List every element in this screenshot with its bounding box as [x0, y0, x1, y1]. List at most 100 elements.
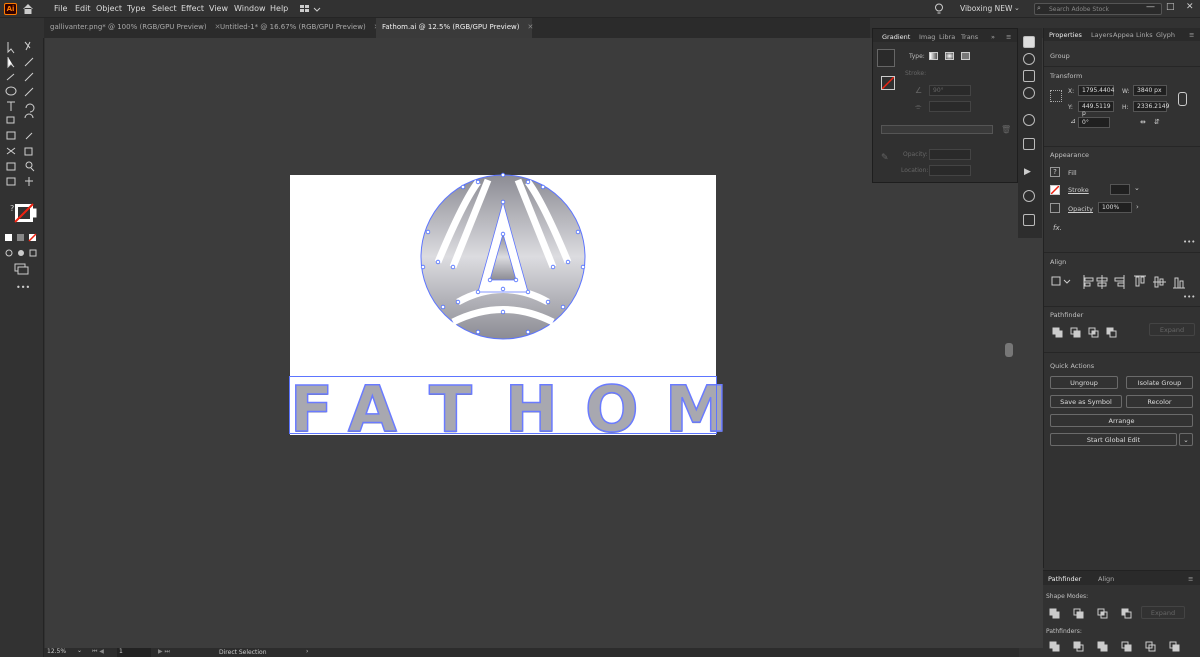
- ungroup-button[interactable]: Ungroup: [1050, 376, 1118, 389]
- width-field[interactable]: 3840 px: [1133, 85, 1167, 96]
- arrange-documents-icon[interactable]: [300, 4, 322, 14]
- export-icon[interactable]: [1023, 138, 1035, 150]
- arrange-button[interactable]: Arrange: [1050, 414, 1193, 427]
- artboard-navigation-icon[interactable]: ▶ ⏭: [158, 648, 170, 656]
- tab-align[interactable]: Align: [1098, 575, 1114, 583]
- tab-properties[interactable]: Properties: [1049, 31, 1082, 39]
- more-options-icon[interactable]: •••: [1183, 293, 1195, 301]
- symbols-icon[interactable]: [1023, 190, 1035, 202]
- fx-button[interactable]: fx.: [1053, 224, 1062, 232]
- zoom-field[interactable]: 12.5%: [47, 648, 75, 657]
- tab-glyphs[interactable]: Glyph: [1156, 31, 1175, 39]
- reference-point-icon[interactable]: [1050, 90, 1062, 102]
- artboard-number-field[interactable]: 1: [117, 648, 151, 657]
- more-options-icon[interactable]: •••: [1183, 238, 1195, 246]
- menu-select[interactable]: Select: [152, 4, 177, 13]
- menu-view[interactable]: View: [209, 4, 228, 13]
- location-field[interactable]: [929, 165, 971, 176]
- pathfinder-buttons[interactable]: [1052, 327, 1132, 341]
- freeform-gradient-button[interactable]: [961, 52, 970, 60]
- close-icon[interactable]: ✕: [1186, 2, 1194, 12]
- status-menu-icon[interactable]: ›: [306, 648, 308, 655]
- align-buttons[interactable]: [1050, 275, 1190, 289]
- zoom-dropdown-icon[interactable]: ⌄: [77, 647, 82, 654]
- app-logo[interactable]: Ai: [4, 3, 17, 15]
- y-field[interactable]: 449.5119 p: [1078, 101, 1114, 117]
- tab-layers[interactable]: Layers: [1091, 31, 1113, 39]
- stock-search-input[interactable]: ⌕ Search Adobe Stock: [1034, 3, 1162, 15]
- emblem-graphic[interactable]: [418, 172, 588, 342]
- menu-effect[interactable]: Effect: [181, 4, 204, 13]
- tab-fathom[interactable]: Fathom.ai @ 12.5% (RGB/GPU Preview) ✕: [376, 18, 533, 38]
- x-field[interactable]: 1795.4404: [1078, 85, 1114, 96]
- panel-menu-icon[interactable]: ≡: [1189, 31, 1194, 39]
- chevron-down-icon[interactable]: ⌄: [1014, 4, 1020, 12]
- lightbulb-icon[interactable]: [934, 3, 944, 15]
- properties-icon[interactable]: [1023, 36, 1035, 48]
- tab-pathfinder[interactable]: Pathfinder: [1048, 575, 1081, 583]
- menu-edit[interactable]: Edit: [75, 4, 91, 13]
- maximize-icon[interactable]: □: [1166, 2, 1175, 12]
- tab-transparency[interactable]: Trans: [961, 33, 978, 41]
- eyedropper-icon[interactable]: ✎: [881, 153, 889, 163]
- tab-links[interactable]: Links: [1136, 31, 1153, 39]
- isolate-group-button[interactable]: Isolate Group: [1126, 376, 1193, 389]
- chevron-right-icon[interactable]: ›: [1136, 203, 1139, 211]
- fill-stroke-indicator[interactable]: [881, 76, 895, 90]
- tab-gradient[interactable]: Gradient: [882, 33, 910, 41]
- brushes-icon[interactable]: [1023, 114, 1035, 126]
- panel-menu-icon[interactable]: ≡: [1006, 33, 1011, 41]
- fill-swatch[interactable]: ?: [1050, 167, 1060, 177]
- stroke-weight-field[interactable]: [1110, 184, 1130, 195]
- chevron-down-icon[interactable]: ⌄: [1134, 184, 1140, 192]
- actions-play-icon[interactable]: ▶: [1024, 167, 1031, 177]
- stroke-swatch[interactable]: [1050, 185, 1060, 195]
- shape-mode-buttons[interactable]: [1049, 608, 1139, 620]
- menu-object[interactable]: Object: [96, 4, 122, 13]
- gradient-swatch[interactable]: [877, 49, 895, 67]
- menu-type[interactable]: Type: [127, 4, 145, 13]
- gradient-slider[interactable]: [881, 125, 993, 134]
- constrain-proportions-icon[interactable]: [1178, 92, 1187, 106]
- trash-icon[interactable]: 🗑: [1001, 125, 1011, 134]
- menu-help[interactable]: Help: [270, 4, 288, 13]
- rotate-field[interactable]: 0°: [1078, 117, 1110, 128]
- tab-untitled[interactable]: Untitled-1* @ 16.67% (RGB/GPU Preview)✕: [214, 18, 380, 38]
- recolor-button[interactable]: Recolor: [1126, 395, 1193, 408]
- panel-menu-icon[interactable]: ≡: [1188, 575, 1193, 583]
- asset-export-icon[interactable]: [1023, 214, 1035, 226]
- angle-field[interactable]: 90°: [929, 85, 971, 96]
- flip-horizontal-icon[interactable]: ⇹: [1140, 118, 1146, 126]
- libraries-icon[interactable]: [1023, 70, 1035, 82]
- save-as-symbol-button[interactable]: Save as Symbol: [1050, 395, 1122, 408]
- layers-icon[interactable]: [1023, 87, 1035, 99]
- artboard-navigation-icon[interactable]: ⏮ ◀: [92, 648, 104, 656]
- radial-gradient-button[interactable]: [945, 52, 954, 60]
- aspect-ratio-field[interactable]: [929, 101, 971, 112]
- workspace-switcher[interactable]: Viboxing NEW: [960, 4, 1012, 13]
- start-global-edit-button[interactable]: Start Global Edit: [1050, 433, 1177, 446]
- opacity-field[interactable]: 100%: [1098, 202, 1132, 213]
- menu-file[interactable]: File: [54, 4, 67, 13]
- linear-gradient-button[interactable]: [929, 52, 938, 60]
- expand-button[interactable]: Expand: [1149, 323, 1195, 336]
- collapse-icon[interactable]: »: [991, 33, 995, 41]
- minimize-icon[interactable]: —: [1146, 2, 1155, 12]
- close-tab-icon[interactable]: ✕: [527, 23, 533, 31]
- menu-window[interactable]: Window: [234, 4, 266, 13]
- tab-image-trace[interactable]: Imag: [919, 33, 935, 41]
- global-edit-options-dropdown[interactable]: ⌄: [1179, 433, 1193, 446]
- expand-button[interactable]: Expand: [1141, 606, 1185, 619]
- vertical-scrollbar[interactable]: [1005, 343, 1013, 357]
- stroke-label[interactable]: Stroke: [1068, 186, 1089, 194]
- opacity-label[interactable]: Opacity: [1068, 205, 1093, 213]
- flip-vertical-icon[interactable]: ⇵: [1154, 118, 1160, 126]
- opacity-field[interactable]: [929, 149, 971, 160]
- height-field[interactable]: 2336.2149: [1133, 101, 1169, 112]
- home-icon[interactable]: [22, 4, 34, 14]
- color-icon[interactable]: [1023, 53, 1035, 65]
- tab-gallivanter[interactable]: gallivanter.png* @ 100% (RGB/GPU Preview…: [44, 18, 221, 38]
- tab-libraries[interactable]: Libra: [939, 33, 955, 41]
- pathfinder-op-buttons[interactable]: [1049, 641, 1199, 653]
- tab-appearance[interactable]: Appea: [1113, 31, 1134, 39]
